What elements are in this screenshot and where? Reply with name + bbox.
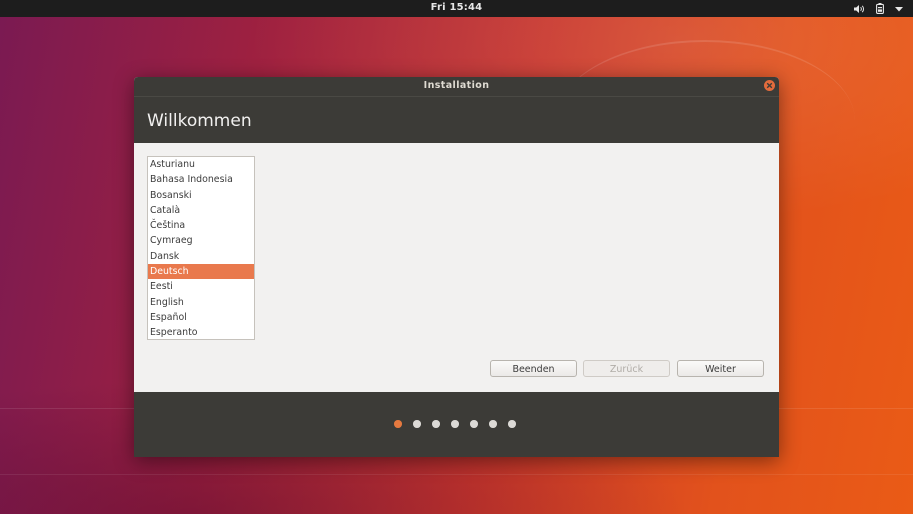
language-item[interactable]: Català: [148, 203, 254, 218]
language-item[interactable]: Español: [148, 310, 254, 325]
next-button[interactable]: Weiter: [677, 360, 764, 377]
content-area: Asturianu Bahasa Indonesia Bosanski Català Č…: [134, 143, 779, 392]
clock[interactable]: Fri 15:44: [0, 2, 913, 13]
battery-icon[interactable]: [876, 3, 884, 14]
top-panel: Fri 15:44: [0, 0, 913, 17]
speaker-icon[interactable]: [853, 4, 865, 14]
window-title: Installation: [423, 80, 490, 91]
system-tray[interactable]: [853, 2, 903, 15]
step-dot: [470, 420, 478, 428]
language-item[interactable]: Bosanski: [148, 188, 254, 203]
language-item[interactable]: Asturianu: [148, 157, 254, 172]
step-dot: [489, 420, 497, 428]
language-item[interactable]: Esperanto: [148, 325, 254, 339]
language-item[interactable]: Bahasa Indonesia: [148, 172, 254, 187]
page-title: Willkommen: [147, 111, 252, 131]
close-button[interactable]: [764, 80, 775, 91]
close-icon: [766, 82, 773, 89]
language-list[interactable]: Asturianu Bahasa Indonesia Bosanski Català Č…: [147, 156, 255, 340]
page-header: Willkommen: [134, 96, 779, 144]
step-dot: [394, 420, 402, 428]
language-item[interactable]: English: [148, 295, 254, 310]
language-item[interactable]: Deutsch: [148, 264, 254, 280]
step-indicator: [394, 420, 516, 428]
step-dot: [508, 420, 516, 428]
language-item[interactable]: Eesti: [148, 279, 254, 294]
wallpaper-line: [0, 474, 913, 475]
language-item[interactable]: Cymraeg: [148, 233, 254, 248]
progress-footer: [134, 392, 779, 457]
window-titlebar[interactable]: Installation: [134, 77, 779, 96]
menu-arrow-icon[interactable]: [895, 6, 903, 12]
back-button[interactable]: Zurück: [583, 360, 670, 377]
quit-button[interactable]: Beenden: [490, 360, 577, 377]
step-dot: [432, 420, 440, 428]
language-item[interactable]: Dansk: [148, 249, 254, 264]
installer-window: Installation Willkommen Asturianu Bahasa …: [134, 77, 779, 457]
step-dot: [413, 420, 421, 428]
step-dot: [451, 420, 459, 428]
language-item[interactable]: Čeština: [148, 218, 254, 233]
